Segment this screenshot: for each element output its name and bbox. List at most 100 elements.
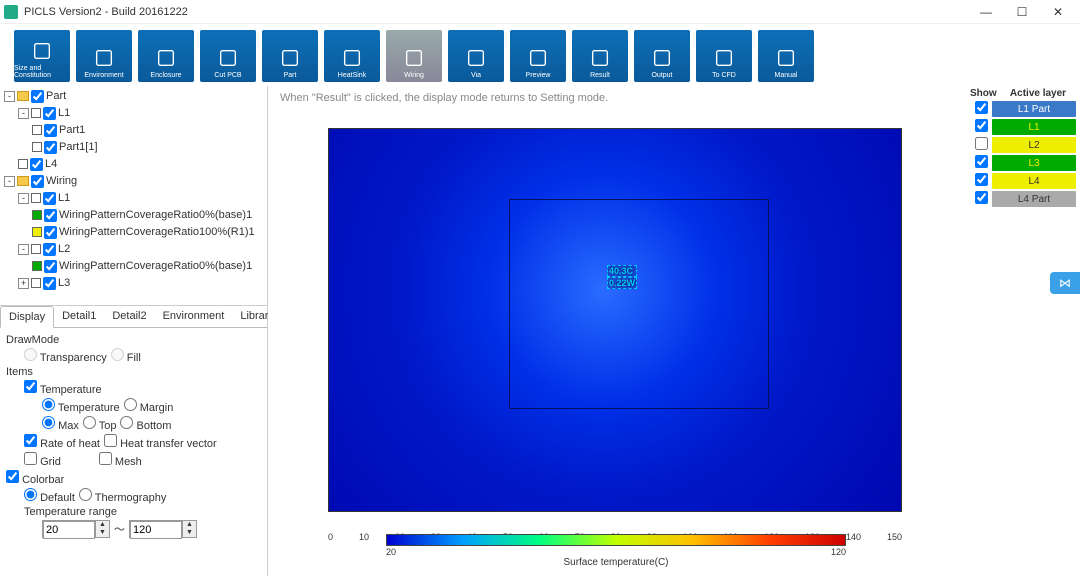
toolbar-size-and-constitution-button[interactable]: Size and Constitution (14, 30, 70, 82)
folder-icon (17, 176, 29, 186)
tree-check[interactable] (43, 192, 56, 205)
window-minimize-button[interactable]: — (968, 2, 1004, 22)
temperature-check[interactable]: Temperature (24, 380, 102, 396)
window-close-button[interactable]: ✕ (1040, 2, 1076, 22)
via-icon (464, 46, 488, 70)
thermography-radio[interactable]: Thermography (79, 488, 166, 504)
margin-radio[interactable]: Margin (124, 398, 174, 414)
display-properties: DrawMode Transparency Fill Items Tempera… (0, 328, 267, 576)
out-icon (650, 46, 674, 70)
main-toolbar: Size and ConstitutionEnvironmentEnclosur… (0, 24, 1080, 86)
layer-label[interactable]: L2 (992, 137, 1076, 153)
layer-show-check[interactable] (975, 101, 988, 114)
tree-label: Part1[1] (59, 141, 98, 153)
layers-panel: Show Active layer L1 Part L1 L2 L3 L4 L4 Part… (966, 86, 1080, 576)
tree-panel[interactable]: -Part -L1 Part1 Part1[1] L4 -Wiring (0, 86, 267, 306)
transparency-radio[interactable]: Transparency (24, 348, 107, 364)
toolbar-preview-button[interactable]: Preview (510, 30, 566, 82)
layer-show-check[interactable] (975, 137, 988, 150)
tree-check[interactable] (44, 260, 57, 273)
tree-label: Wiring (46, 175, 77, 187)
colorbar-check[interactable]: Colorbar (6, 470, 64, 486)
layer-show-check[interactable] (975, 155, 988, 168)
result-canvas[interactable]: 40.3C 0.22W 0102030405060708090100110120… (268, 110, 966, 576)
layer-show-check[interactable] (975, 119, 988, 132)
max-radio[interactable]: Max (42, 416, 79, 432)
temp-min-stepper[interactable]: ▲▼ (42, 520, 110, 538)
layer-swatch-icon (31, 244, 41, 254)
bottom-radio[interactable]: Bottom (120, 416, 171, 432)
tree-check[interactable] (31, 175, 44, 188)
toolbar-to-cfd-button[interactable]: To CFD (696, 30, 752, 82)
grid-check[interactable]: Grid (24, 452, 61, 468)
rate-of-heat-check[interactable]: Rate of heat (24, 434, 100, 450)
tab-detail1[interactable]: Detail1 (54, 306, 104, 327)
layer-row[interactable]: L1 Part (970, 101, 1076, 117)
viewport: When "Result" is clicked, the display mo… (268, 86, 966, 576)
default-radio[interactable]: Default (24, 488, 75, 504)
tree-toggle[interactable]: - (18, 108, 29, 119)
layer-swatch-icon (18, 159, 28, 169)
layer-row[interactable]: L4 Part (970, 191, 1076, 207)
tree-check[interactable] (43, 243, 56, 256)
toolbar-via-button[interactable]: Via (448, 30, 504, 82)
layer-label[interactable]: L1 (992, 119, 1076, 135)
layer-label[interactable]: L1 Part (992, 101, 1076, 117)
layer-row[interactable]: L2 (970, 137, 1076, 153)
layer-row[interactable]: L4 (970, 173, 1076, 189)
heat-vector-check[interactable]: Heat transfer vector (104, 434, 217, 450)
cube-icon (712, 46, 736, 70)
window-maximize-button[interactable]: ☐ (1004, 2, 1040, 22)
tree-toggle[interactable]: - (4, 91, 15, 102)
tree-label: L2 (58, 243, 70, 255)
toolbar-enclosure-button[interactable]: Enclosure (138, 30, 194, 82)
tree-check[interactable] (43, 107, 56, 120)
layer-row[interactable]: L3 (970, 155, 1076, 171)
tree-toggle[interactable]: + (18, 278, 29, 289)
layer-swatch-icon (32, 210, 42, 220)
title-bar: PICLS Version2 - Build 20161222 — ☐ ✕ (0, 0, 1080, 24)
tree-toggle[interactable]: - (18, 244, 29, 255)
temperature-radio[interactable]: Temperature (42, 398, 120, 414)
box-icon (154, 46, 178, 70)
chip-icon (278, 46, 302, 70)
mesh-check[interactable]: Mesh (99, 452, 142, 468)
active-layer-header: Active layer (1000, 88, 1076, 99)
component-outline (509, 199, 769, 409)
layer-swatch-icon (31, 193, 41, 203)
layer-label[interactable]: L4 (992, 173, 1076, 189)
layer-swatch-icon (32, 142, 42, 152)
toolbar-environment-button[interactable]: Environment (76, 30, 132, 82)
toolbar-wiring-button[interactable]: Wiring (386, 30, 442, 82)
layer-label[interactable]: L3 (992, 155, 1076, 171)
toolbar-output-button[interactable]: Output (634, 30, 690, 82)
layer-show-check[interactable] (975, 191, 988, 204)
tab-environment[interactable]: Environment (155, 306, 233, 327)
tab-display[interactable]: Display (0, 306, 54, 328)
toolbar-manual-button[interactable]: Manual (758, 30, 814, 82)
toolbar-heatsink-button[interactable]: HeatSink (324, 30, 380, 82)
tree-toggle[interactable]: - (4, 176, 15, 187)
tree-check[interactable] (31, 90, 44, 103)
tree-check[interactable] (44, 141, 57, 154)
tree-check[interactable] (43, 277, 56, 290)
show-header: Show (970, 88, 1000, 99)
temp-max-stepper[interactable]: ▲▼ (129, 520, 197, 538)
scissor-icon (216, 46, 240, 70)
layer-show-check[interactable] (975, 173, 988, 186)
toolbar-result-button[interactable]: Result (572, 30, 628, 82)
temp-range-label: Temperature range (6, 506, 261, 518)
tree-check[interactable] (44, 124, 57, 137)
tree-check[interactable] (44, 226, 57, 239)
fill-radio[interactable]: Fill (111, 348, 141, 364)
tree-check[interactable] (44, 209, 57, 222)
toolbar-cut-pcb-button[interactable]: Cut PCB (200, 30, 256, 82)
top-radio[interactable]: Top (83, 416, 117, 432)
tree-toggle[interactable]: - (18, 193, 29, 204)
layer-row[interactable]: L1 (970, 119, 1076, 135)
toolbar-part-button[interactable]: Part (262, 30, 318, 82)
side-handle-icon[interactable]: ⋈ (1050, 272, 1080, 294)
tab-detail2[interactable]: Detail2 (104, 306, 154, 327)
layer-label[interactable]: L4 Part (992, 191, 1076, 207)
tree-check[interactable] (30, 158, 43, 171)
